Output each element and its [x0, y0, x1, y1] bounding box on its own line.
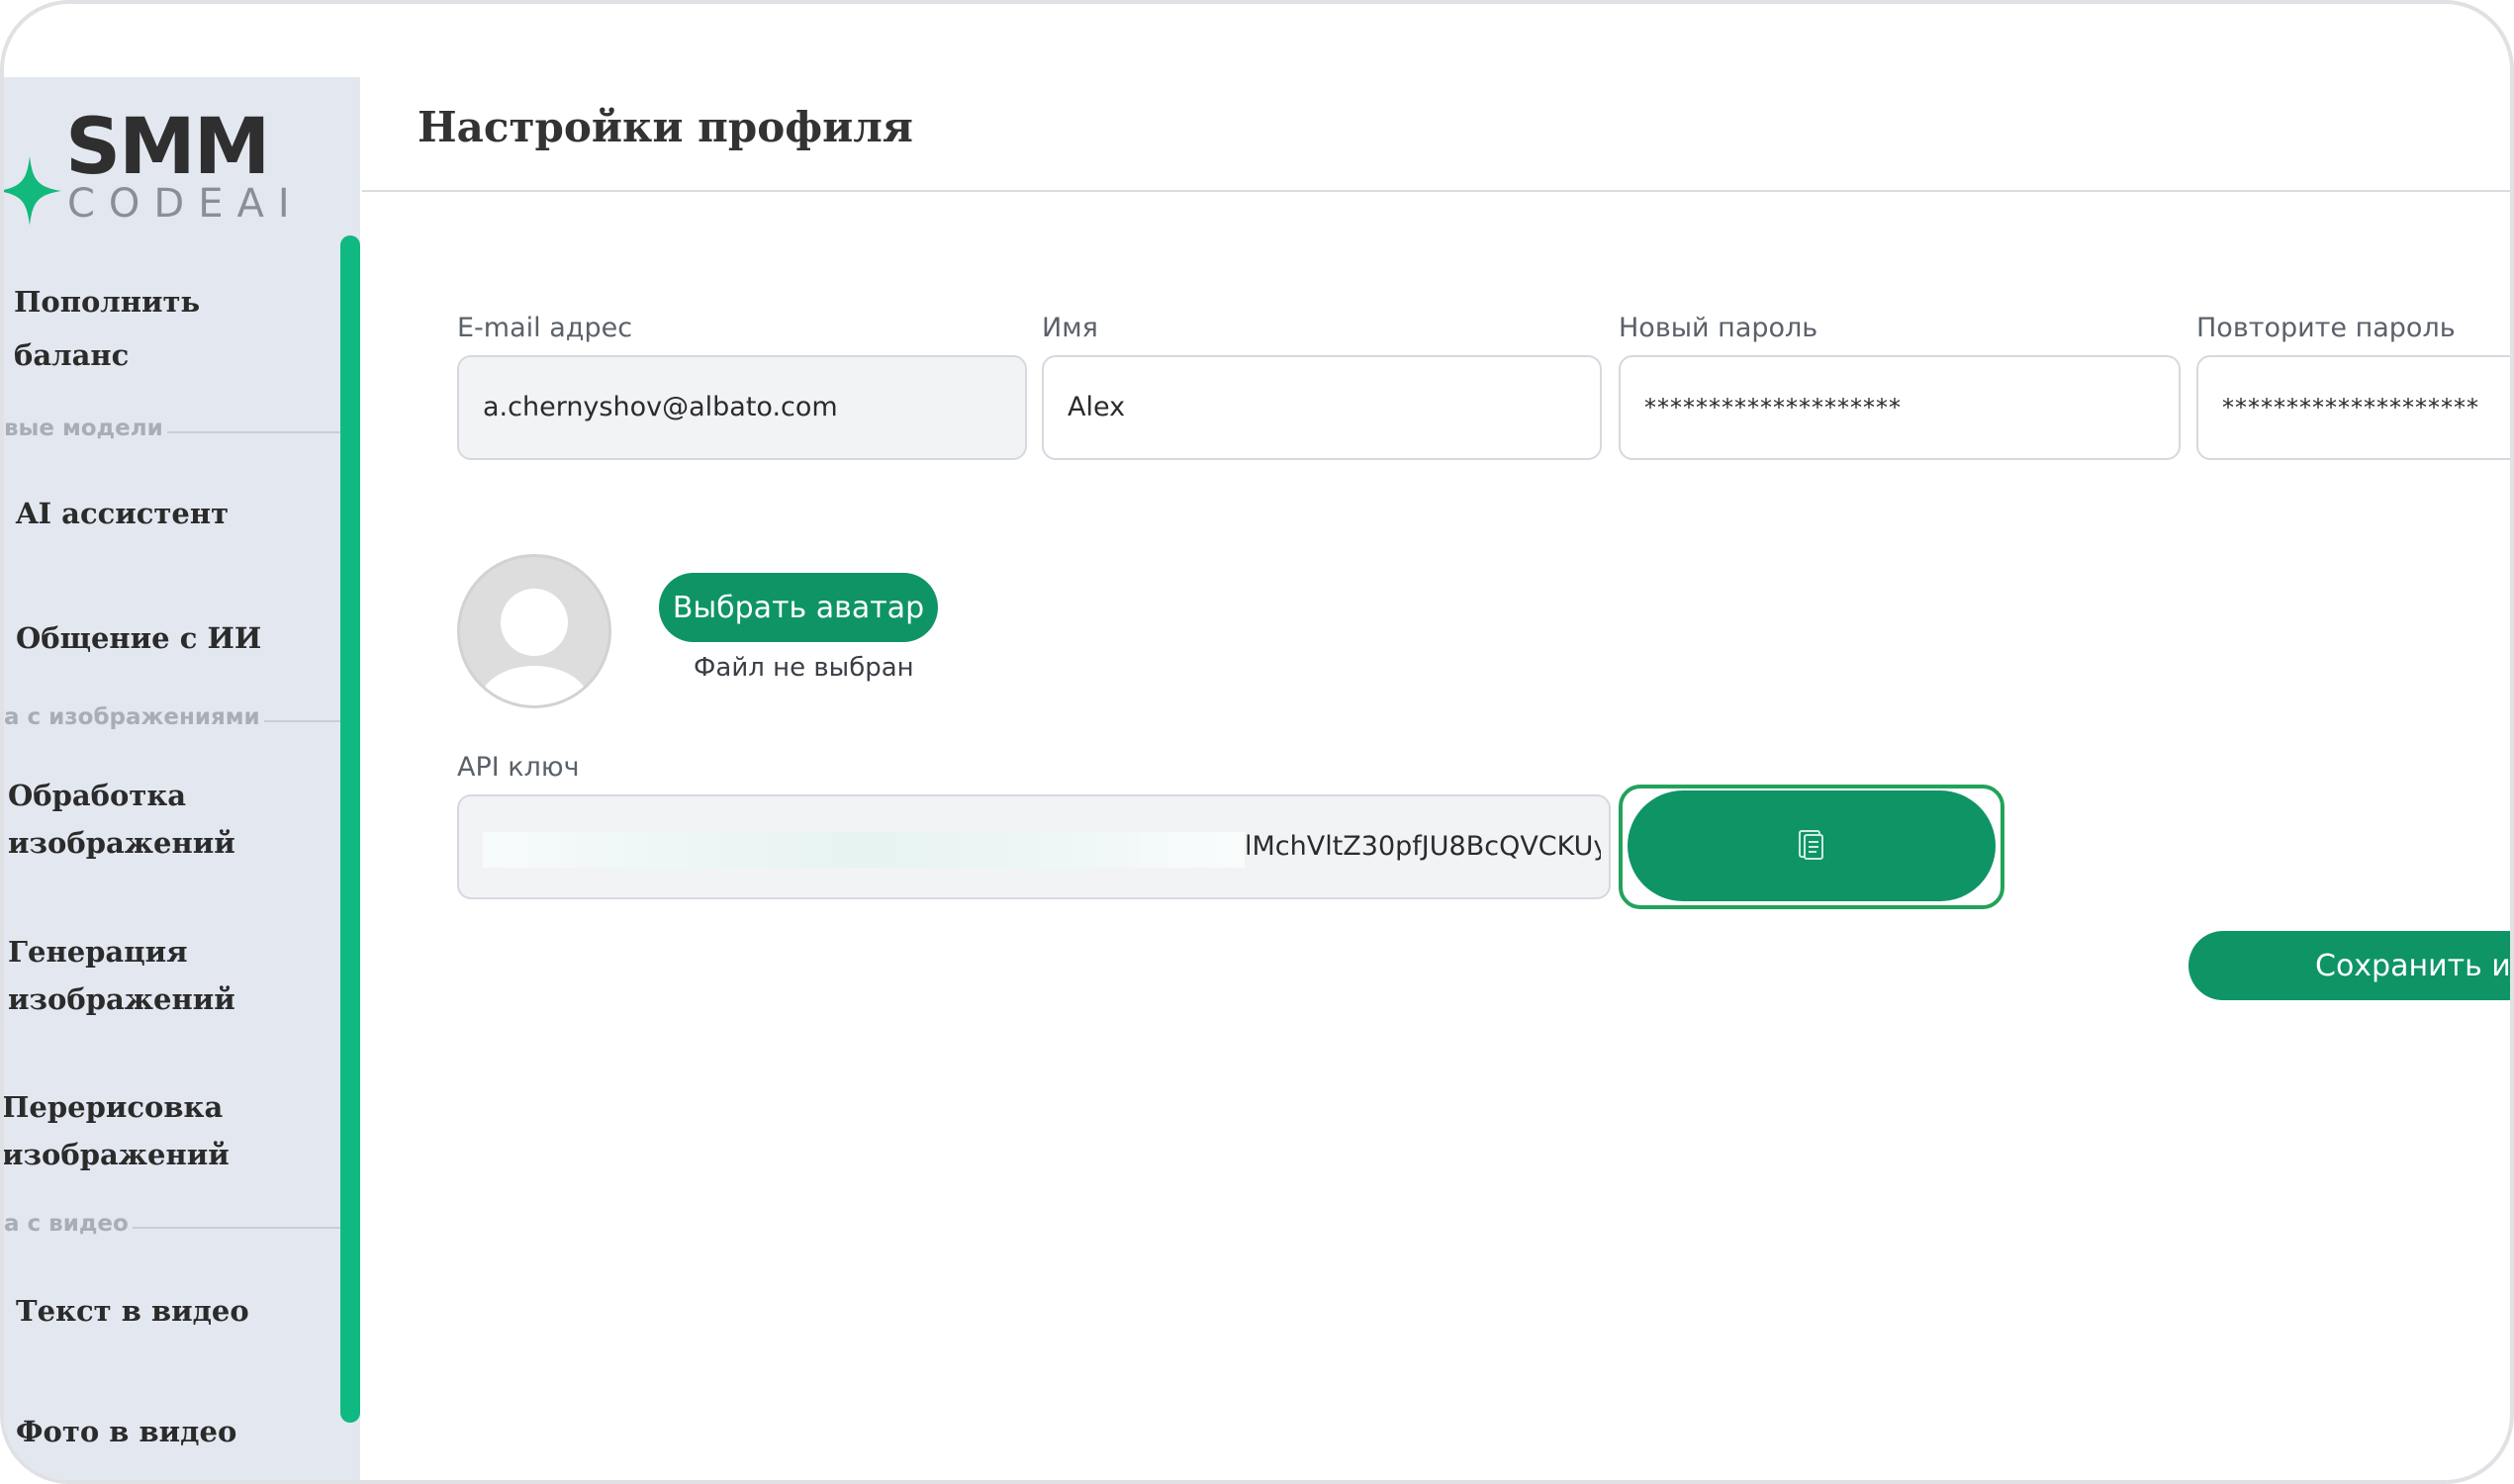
name-field[interactable]: Alex	[1042, 355, 1602, 460]
nav-group-models: вые модели	[4, 416, 340, 441]
email-field[interactable]: a.chernyshov@albato.com	[457, 355, 1027, 460]
email-label: E-mail адрес	[457, 313, 633, 343]
sidebar-item-label: изображений	[8, 826, 235, 860]
repeat-password-field[interactable]: ********************	[2196, 355, 2510, 460]
sidebar-item-ai-assistant[interactable]: AI ассистент	[16, 487, 229, 540]
copy-icon	[1799, 829, 1823, 860]
name-label: Имя	[1042, 313, 1098, 343]
sidebar-item-label: AI ассистент	[16, 497, 230, 530]
sidebar-item-ai-chat[interactable]: Общение с ИИ	[16, 611, 261, 665]
file-status: Файл не выбран	[694, 653, 914, 683]
sidebar: SMM CODEAI Пополнить баланс вые модели A…	[4, 77, 360, 1480]
sidebar-item-image-generation[interactable]: Генерация изображений	[8, 928, 235, 1023]
logo[interactable]: SMM CODEAI	[4, 103, 290, 226]
user-placeholder-icon	[479, 589, 590, 705]
sidebar-item-label: Фото в видео	[16, 1415, 237, 1448]
logo-sparkle-icon	[4, 156, 61, 226]
sidebar-item-label: Обработка	[8, 779, 187, 812]
sidebar-item-label: изображений	[4, 1138, 230, 1171]
sidebar-item-label: баланс	[14, 338, 130, 372]
api-key-field[interactable]: lMchVltZ30pfJU8BcQVCKUy	[457, 794, 1611, 899]
api-key-blur	[483, 832, 1245, 868]
sidebar-item-label: Текст в видео	[16, 1294, 249, 1328]
logo-text-smm: SMM	[65, 103, 270, 192]
new-password-field[interactable]: ********************	[1619, 355, 2181, 460]
nav-group-images: а с изображениями	[4, 704, 340, 730]
repeat-password-label: Повторите пароль	[2196, 313, 2456, 343]
nav-group-label: а с изображениями	[4, 704, 264, 730]
sidebar-item-label: Генерация	[8, 935, 188, 969]
sidebar-item-label: Перерисовка	[4, 1090, 224, 1124]
sidebar-item-photo-to-video[interactable]: Фото в видео	[16, 1405, 236, 1458]
new-password-label: Новый пароль	[1619, 313, 1818, 343]
sidebar-scrollbar[interactable]	[340, 235, 360, 1423]
nav-group-label: а с видео	[4, 1211, 133, 1237]
sidebar-item-label: Общение с ИИ	[16, 621, 262, 655]
save-changes-button[interactable]: Сохранить изменения	[2188, 931, 2510, 1000]
sidebar-item-label: изображений	[8, 982, 235, 1016]
page-title: Настройки профиля	[418, 103, 913, 151]
nav-group-video: а с видео	[4, 1211, 340, 1237]
choose-avatar-button[interactable]: Выбрать аватар	[659, 573, 938, 642]
app-window: SMM CODEAI Пополнить баланс вые модели A…	[0, 0, 2514, 1484]
sidebar-item-top-up[interactable]: Пополнить баланс	[14, 275, 200, 382]
copy-api-key-button[interactable]	[1628, 790, 1996, 901]
sidebar-item-text-to-video[interactable]: Текст в видео	[16, 1284, 249, 1338]
sidebar-item-image-processing[interactable]: Обработка изображений	[8, 772, 235, 867]
api-key-label: API ключ	[457, 752, 580, 783]
header-divider	[362, 190, 2510, 192]
api-key-value: lMchVltZ30pfJU8BcQVCKUy	[1245, 831, 1601, 862]
sidebar-item-image-redraw[interactable]: Перерисовка изображений	[4, 1083, 230, 1178]
sidebar-item-label: Пополнить	[14, 285, 201, 319]
logo-text-codeai: CODEAI	[67, 181, 304, 227]
nav-group-label: вые модели	[4, 416, 167, 441]
avatar	[457, 554, 611, 708]
